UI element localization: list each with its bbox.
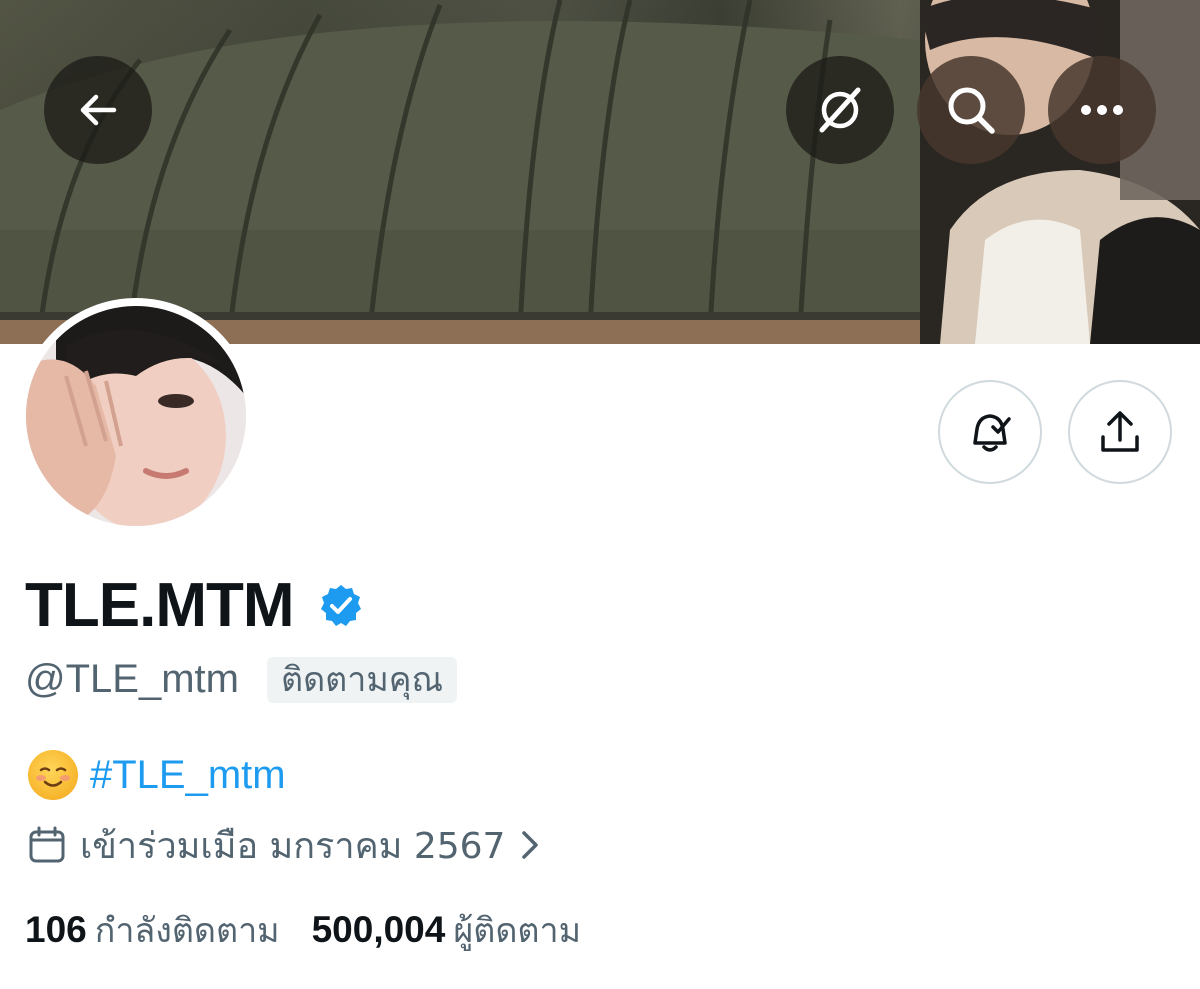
arrow-left-icon [80, 94, 117, 126]
followers-link[interactable]: 500,004 ผู้ติดตาม [312, 903, 581, 957]
smiling-face-emoji [28, 750, 78, 800]
profile-handle: @TLE_mtm [25, 657, 239, 701]
more-horizontal-icon [1081, 105, 1123, 115]
follows-you-badge: ติดตามคุณ [267, 657, 458, 703]
bio-hashtag-link[interactable]: #TLE_mtm [90, 750, 286, 800]
share-upload-icon [1101, 411, 1139, 452]
followers-count: 500,004 [311, 909, 446, 950]
back-button[interactable] [44, 56, 152, 164]
profile-bio: #TLE_mtm [28, 750, 286, 800]
banner-image [0, 0, 1200, 344]
bell-check-icon [973, 414, 1011, 452]
display-name: TLE.MTM [25, 571, 294, 640]
following-link[interactable]: 106 กำลังติดตาม [25, 903, 280, 957]
follow-stats: 106 กำลังติดตาม 500,004 ผู้ติดตาม [25, 905, 581, 955]
grok-button[interactable] [786, 56, 894, 164]
search-icon [948, 87, 995, 134]
chevron-right-icon [522, 831, 539, 859]
smiling-face-icon [36, 767, 70, 787]
following-label: กำลังติดตาม [94, 911, 280, 951]
avatar-image [26, 306, 246, 526]
followers-label: ผู้ติดตาม [453, 911, 582, 951]
joined-date-row[interactable]: เข้าร่วมเมือ มกราคม 2567 [28, 820, 541, 870]
following-count: 106 [25, 909, 87, 950]
grok-slash-icon [819, 87, 861, 133]
joined-date-text: เข้าร่วมเมือ มกราคม 2567 [80, 825, 506, 867]
more-button[interactable] [1048, 56, 1156, 164]
calendar-icon [29, 826, 65, 863]
notifications-button[interactable] [938, 380, 1042, 484]
share-button[interactable] [1068, 380, 1172, 484]
profile-banner [0, 0, 1200, 344]
verified-badge-icon[interactable] [318, 583, 364, 629]
search-button[interactable] [917, 56, 1025, 164]
avatar[interactable] [26, 306, 246, 526]
